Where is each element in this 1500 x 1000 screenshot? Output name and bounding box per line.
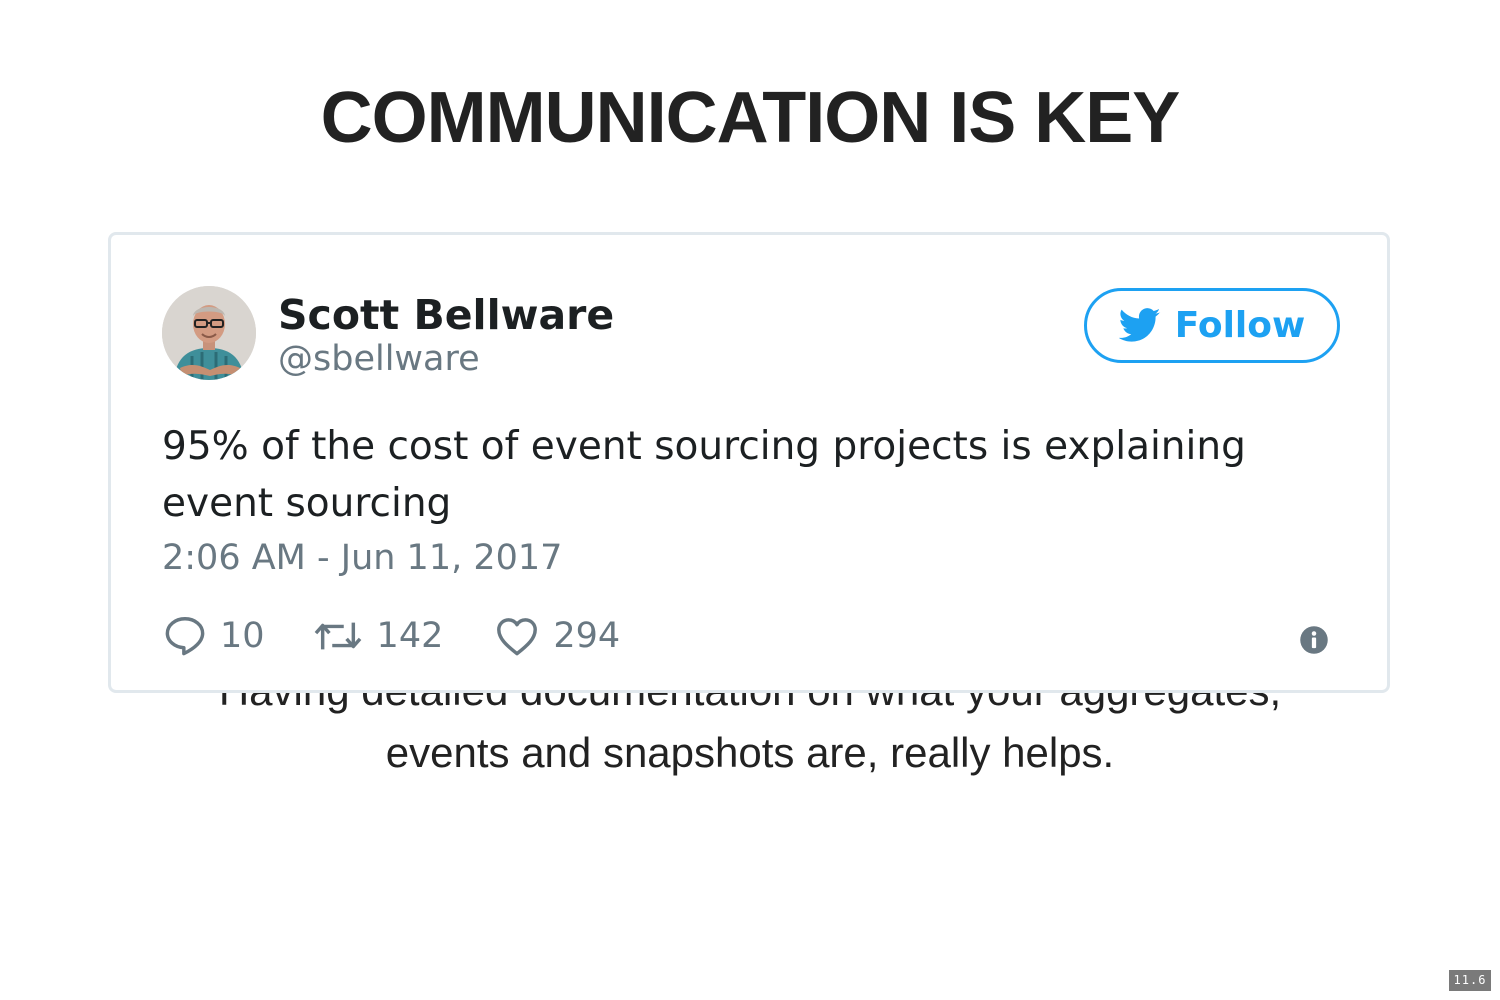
tweet-actions: 10 142 294 xyxy=(162,611,620,661)
page-number: 11.6 xyxy=(1449,970,1491,991)
heart-icon xyxy=(497,618,538,656)
embedded-tweet[interactable]: Scott Bellware @sbellware Follow 95% of … xyxy=(108,232,1390,693)
tweet-text-line: 95% of the cost of event sourcing projec… xyxy=(162,424,1246,469)
slide-body-line: events and snapshots are, really helps. xyxy=(385,729,1115,776)
avatar[interactable] xyxy=(162,286,256,380)
tweet-text: 95% of the cost of event sourcing projec… xyxy=(162,418,1342,532)
twitter-bird-icon xyxy=(1118,308,1161,342)
info-icon[interactable] xyxy=(1299,625,1329,655)
reply-count: 10 xyxy=(220,616,265,656)
tweet-text-line: event sourcing xyxy=(162,481,452,526)
tweet-timestamp[interactable]: 2:06 AM - Jun 11, 2017 xyxy=(162,538,562,578)
author-name[interactable]: Scott Bellware xyxy=(278,291,614,339)
like-button[interactable]: 294 xyxy=(493,613,620,659)
slide: COMMUNICATION IS KEY Having detailed doc… xyxy=(0,0,1500,1000)
reply-icon xyxy=(165,617,205,656)
retweet-icon xyxy=(314,622,361,650)
follow-button[interactable]: Follow xyxy=(1084,288,1340,363)
retweet-button[interactable]: 142 xyxy=(311,613,444,659)
slide-title: COMMUNICATION IS KEY xyxy=(320,78,1181,158)
follow-label: Follow xyxy=(1174,305,1306,346)
like-count: 294 xyxy=(553,616,621,656)
author-handle[interactable]: @sbellware xyxy=(278,339,480,379)
retweet-count: 142 xyxy=(376,616,444,656)
reply-button[interactable]: 10 xyxy=(162,613,265,659)
avatar-image xyxy=(162,286,256,380)
